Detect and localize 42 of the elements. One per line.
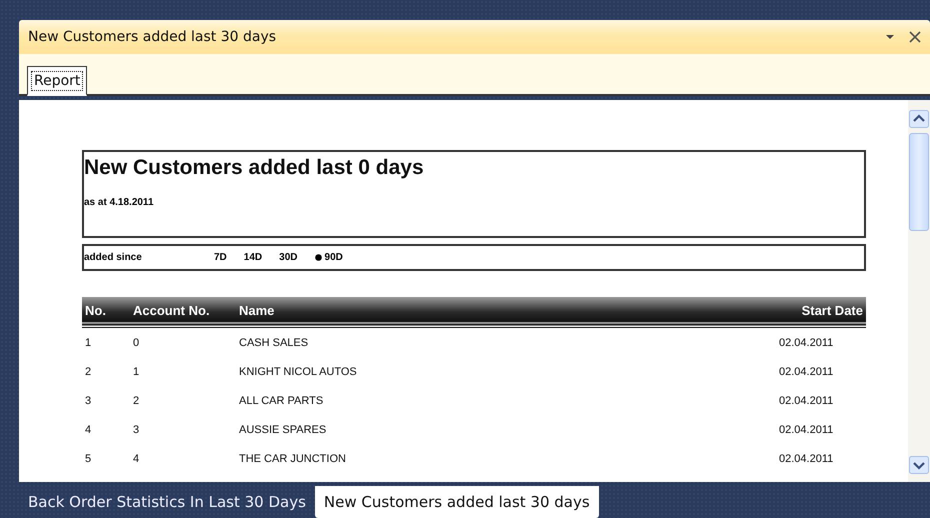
table-cell-text: 02.04.2011: [778, 452, 834, 466]
table-cell-text: KNIGHT NICOL AUTOS: [238, 364, 358, 380]
table-cell: 02.04.2011: [776, 326, 866, 357]
document-tab[interactable]: Back Order Statistics In Last 30 Days: [19, 486, 315, 518]
table-cell-text: AUSSIE SPARES: [238, 422, 328, 438]
close-icon[interactable]: [908, 30, 922, 44]
dropdown-arrow-icon[interactable]: [884, 32, 896, 42]
table-cell-text: 02.04.2011: [778, 394, 834, 408]
table-cell: 0: [130, 326, 236, 357]
filter-option[interactable]: 30D: [279, 252, 298, 263]
column-header: No.: [82, 297, 130, 326]
filter-label: added since: [84, 252, 143, 263]
report-tab[interactable]: Report: [27, 66, 88, 96]
filter-option[interactable]: 90D: [314, 252, 343, 263]
table-cell-text: 2: [84, 364, 92, 380]
table-cell-text: 1: [132, 364, 140, 380]
table-cell: 1: [82, 326, 130, 357]
table-cell-text: 4: [132, 452, 140, 466]
document-tab[interactable]: New Customers added last 30 days: [314, 486, 599, 518]
table-cell-text: 02.04.2011: [778, 422, 834, 438]
scroll-up-icon[interactable]: [909, 110, 929, 128]
table-cell-text: 5: [84, 452, 92, 466]
filter-option[interactable]: 14D: [244, 252, 262, 263]
column-header: Name: [236, 297, 776, 326]
table-cell: CASH SALES: [236, 326, 776, 357]
filter-option[interactable]: 7D: [214, 252, 227, 263]
column-header: Account No.: [130, 297, 236, 326]
vertical-scrollbar[interactable]: [908, 100, 930, 482]
table-cell-text: THE CAR JUNCTION: [238, 452, 347, 466]
scroll-down-icon[interactable]: [909, 456, 929, 474]
report-title: New Customers added last 0 days: [84, 156, 425, 180]
selected-dot-icon: [314, 254, 322, 261]
panel-title: New Customers added last 30 days: [28, 29, 276, 45]
report-subtitle: as at 4.18.2011: [84, 197, 155, 208]
table-cell-text: ALL CAR PARTS: [238, 394, 324, 408]
table-cell-text: 4: [84, 422, 92, 438]
table-cell-text: 02.04.2011: [778, 364, 834, 380]
table-cell-text: 2: [132, 394, 140, 408]
table-cell-text: 3: [132, 422, 140, 438]
scrollbar-thumb[interactable]: [909, 133, 929, 231]
column-header: Start Date: [776, 297, 866, 326]
table-cell-text: 3: [84, 394, 92, 408]
